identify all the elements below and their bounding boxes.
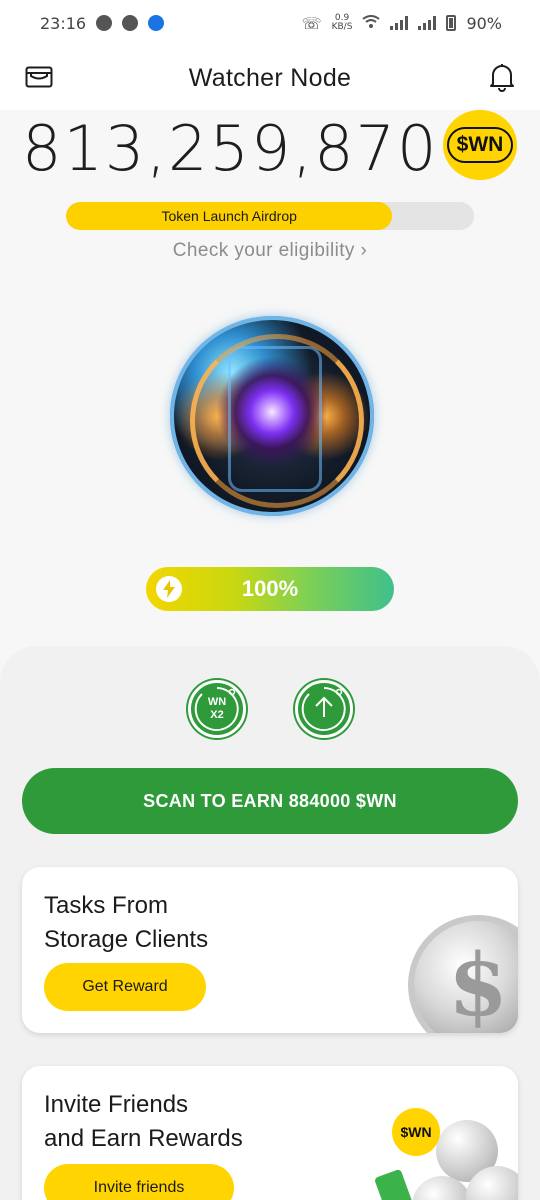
upgrade-button[interactable] xyxy=(295,680,353,738)
tasks-card-title: Tasks From Storage Clients xyxy=(44,889,304,957)
airdrop-progress-bar[interactable]: Token Launch Airdrop xyxy=(66,202,474,230)
wn-mini-coin: $WN xyxy=(392,1108,440,1156)
invite-card-title: Invite Friends and Earn Rewards xyxy=(44,1088,304,1156)
status-right: ☏ 0.9 KB/S 90% xyxy=(302,14,502,33)
get-reward-button[interactable]: Get Reward xyxy=(44,963,206,1011)
tasks-title-line2: Storage Clients xyxy=(44,926,209,953)
status-time: 23:16 xyxy=(40,13,87,33)
wn-coin-label: $WN xyxy=(447,127,513,163)
page-title: Watcher Node xyxy=(188,63,352,92)
notification-icon xyxy=(96,15,113,31)
tasks-card: Tasks From Storage Clients Get Reward $ xyxy=(22,867,518,1033)
status-bar: 23:16 ☏ 0.9 KB/S 90% xyxy=(0,0,540,46)
network-speed-unit: KB/S xyxy=(331,22,353,32)
battery-percent: 90% xyxy=(466,13,502,33)
chart-notification-icon xyxy=(122,15,139,31)
invite-illustration: $WN xyxy=(373,1106,518,1200)
invite-friends-button[interactable]: Invite friends xyxy=(44,1164,234,1200)
airdrop-label: Token Launch Airdrop xyxy=(161,208,297,224)
scan-to-earn-button[interactable]: SCAN TO EARN 884000 $WN xyxy=(22,768,518,834)
energy-percent: 100% xyxy=(241,576,299,601)
signal-icon-sim2 xyxy=(418,16,437,30)
wallet-icon[interactable] xyxy=(25,66,53,88)
app-notification-icon xyxy=(148,15,165,31)
airdrop-progress-fill: Token Launch Airdrop xyxy=(66,202,393,230)
invite-title-line2: and Earn Rewards xyxy=(44,1125,243,1152)
wifi-icon xyxy=(362,14,381,33)
lightning-icon xyxy=(156,576,182,602)
wn-coin-icon: $WN xyxy=(443,110,517,180)
dollar-coin-icon: $ xyxy=(408,915,518,1033)
invite-card: Invite Friends and Earn Rewards Invite f… xyxy=(22,1066,518,1200)
invite-title-line1: Invite Friends xyxy=(44,1091,189,1118)
app-header: Watcher Node xyxy=(0,46,540,110)
network-speed: 0.9 KB/S xyxy=(332,14,353,32)
tasks-title-line1: Tasks From xyxy=(44,892,169,919)
wn-x2-boost-button[interactable]: WN X2 xyxy=(188,680,246,738)
node-orb-image[interactable] xyxy=(170,316,374,516)
status-left: 23:16 xyxy=(40,13,165,33)
battery-illustration xyxy=(373,1168,419,1200)
battery-icon xyxy=(446,15,457,31)
bell-icon[interactable] xyxy=(488,62,516,92)
call-icon: ☏ xyxy=(301,13,322,33)
balance-amount: 813,259,870 xyxy=(22,112,439,185)
signal-icon-sim1 xyxy=(390,16,409,30)
check-eligibility-link[interactable]: Check your eligibility › xyxy=(0,240,540,262)
energy-bar: 100% xyxy=(146,567,394,611)
